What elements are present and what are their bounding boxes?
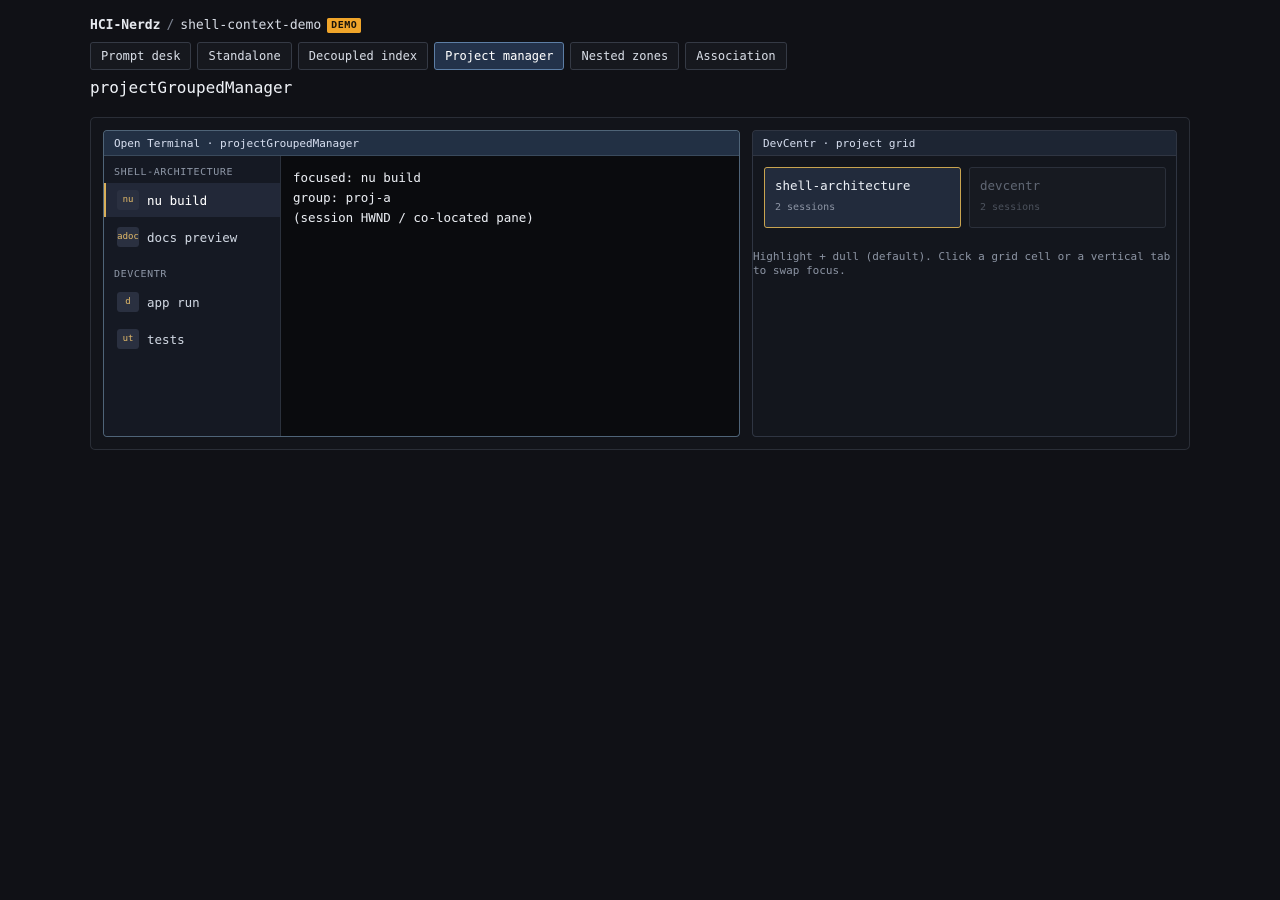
project-grid-header: DevCentr · project grid [753,131,1176,156]
breadcrumb-separator: / [166,17,175,33]
grid-hint-text: Highlight + dull (default). Click a grid… [753,250,1171,277]
terminal-panel: Open Terminal · projectGroupedManager SH… [103,130,740,437]
tab-project-manager[interactable]: Project manager [434,42,565,70]
breadcrumb: HCI-Nerdz / shell-context-demo DEMO [90,16,362,34]
vertical-tab-docs-preview[interactable]: adoc docs preview [104,220,280,254]
grid-cell-devcentr[interactable]: devcentr 2 sessions [969,167,1166,228]
terminal-line: focused: nu build [293,170,421,185]
tab-standalone[interactable]: Standalone [197,42,292,70]
project-grid-panel: DevCentr · project grid shell-architectu… [752,130,1177,437]
terminal-output[interactable]: focused: nu build group: proj-a (session… [281,156,739,436]
grid-cell-sessions: 2 sessions [775,202,836,213]
terminal-line: (session HWND / co-located pane) [293,210,534,225]
tab-bar: Prompt desk Standalone Decoupled index P… [90,42,787,70]
vertical-tab-app-run[interactable]: d app run [104,285,280,319]
breadcrumb-repo[interactable]: shell-context-demo [180,18,321,33]
vertical-tab-label: docs preview [147,229,238,245]
grid-cell-name: devcentr [980,178,1041,193]
terminal-header: Open Terminal · projectGroupedManager [104,131,739,156]
demo-badge: DEMO [327,17,362,33]
page-title: projectGroupedManager [90,78,293,97]
project-grid: shell-architecture 2 sessions devcentr 2… [764,167,1166,228]
group-label-shell-architecture: SHELL-ARCHITECTURE [114,167,234,178]
vertical-tab-nu-build[interactable]: nu nu build [104,183,280,217]
nu-chip-icon: nu [117,190,139,210]
grid-cell-name: shell-architecture [775,178,911,193]
vertical-tab-label: app run [147,294,200,310]
tab-prompt-desk[interactable]: Prompt desk [90,42,192,70]
breadcrumb-org[interactable]: HCI-Nerdz [90,18,160,33]
tab-nested-zones[interactable]: Nested zones [570,42,680,70]
vertical-tab-label: nu build [147,192,208,208]
terminal-line: group: proj-a [293,190,391,205]
group-label-devcentr: DEVCENTR [114,269,167,280]
ut-chip-icon: ut [117,329,139,349]
tab-decoupled-index[interactable]: Decoupled index [297,42,429,70]
vertical-tab-label: tests [147,331,185,347]
grid-cell-sessions: 2 sessions [980,202,1041,213]
demo-container: Open Terminal · projectGroupedManager SH… [90,117,1190,450]
grid-cell-shell-architecture[interactable]: shell-architecture 2 sessions [764,167,961,228]
vertical-tab-tests[interactable]: ut tests [104,322,280,356]
vertical-tab-sidebar: SHELL-ARCHITECTURE nu nu build adoc docs… [104,156,281,436]
adoc-chip-icon: adoc [117,227,139,247]
d-chip-icon: d [117,292,139,312]
tab-association[interactable]: Association [685,42,787,70]
